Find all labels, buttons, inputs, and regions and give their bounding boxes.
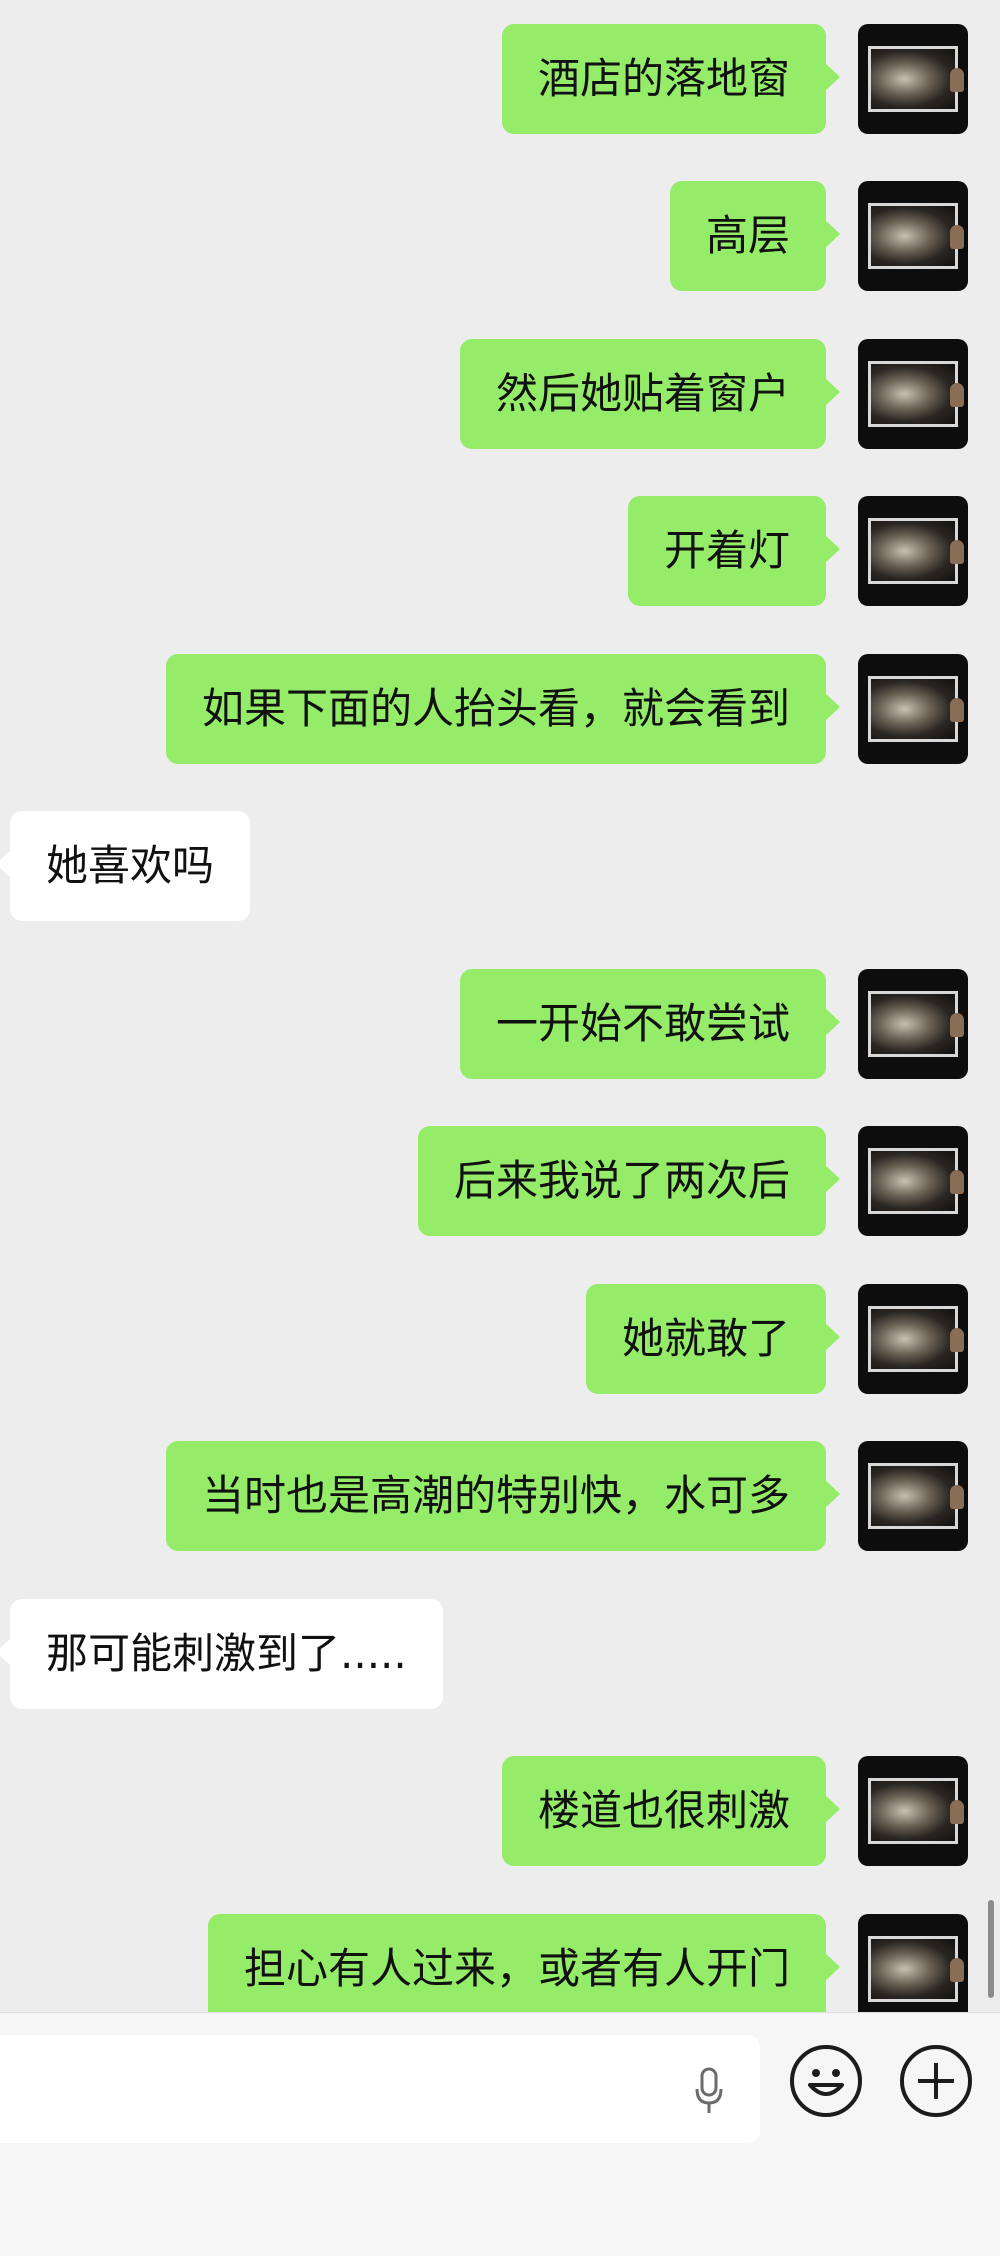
emoji-button[interactable]	[790, 2045, 862, 2117]
avatar[interactable]	[858, 654, 968, 764]
message-outgoing: 开着灯	[627, 496, 968, 606]
avatar[interactable]	[858, 1914, 968, 2012]
chat-app: 酒店的落地窗 高层 然后她贴着窗户 开着灯 如果下面的人抬头看，就会看到 她喜欢…	[0, 0, 1000, 2256]
message-bubble[interactable]: 担心有人过来，或者有人开门	[207, 1914, 841, 2012]
avatar[interactable]	[858, 24, 968, 134]
message-list[interactable]: 酒店的落地窗 高层 然后她贴着窗户 开着灯 如果下面的人抬头看，就会看到 她喜欢…	[0, 0, 1000, 2012]
message-outgoing: 当时也是高潮的特别快，水可多	[165, 1441, 968, 1551]
avatar[interactable]	[858, 969, 968, 1079]
avatar[interactable]	[858, 1126, 968, 1236]
message-bubble[interactable]: 那可能刺激到了.....	[0, 1599, 443, 1709]
message-bubble[interactable]: 当时也是高潮的特别快，水可多	[165, 1441, 841, 1551]
message-bubble[interactable]: 楼道也很刺激	[501, 1756, 841, 1866]
message-outgoing: 如果下面的人抬头看，就会看到	[165, 654, 968, 764]
message-outgoing: 担心有人过来，或者有人开门	[207, 1914, 968, 2012]
avatar[interactable]	[858, 339, 968, 449]
message-bubble[interactable]: 后来我说了两次后	[417, 1126, 841, 1236]
message-outgoing: 楼道也很刺激	[501, 1756, 968, 1866]
avatar[interactable]	[858, 496, 968, 606]
message-outgoing: 然后她贴着窗户	[459, 339, 968, 449]
avatar[interactable]	[858, 181, 968, 291]
avatar[interactable]	[858, 1441, 968, 1551]
message-bubble[interactable]: 一开始不敢尝试	[459, 969, 841, 1079]
plus-circle-icon	[918, 2063, 954, 2099]
message-bubble[interactable]: 高层	[669, 181, 841, 291]
scrollbar[interactable]	[988, 1900, 994, 1998]
message-bubble[interactable]: 然后她贴着窗户	[459, 339, 841, 449]
message-bubble[interactable]: 如果下面的人抬头看，就会看到	[165, 654, 841, 764]
message-outgoing: 一开始不敢尝试	[459, 969, 968, 1079]
message-incoming: 那可能刺激到了.....	[0, 1599, 443, 1709]
message-incoming: 她喜欢吗	[0, 811, 251, 921]
message-outgoing: 后来我说了两次后	[417, 1126, 968, 1236]
plus-button[interactable]	[900, 2045, 972, 2117]
emoji-smile-icon	[808, 2069, 844, 2096]
message-outgoing: 她就敢了	[585, 1284, 968, 1394]
message-input[interactable]	[0, 2035, 760, 2143]
avatar[interactable]	[858, 1756, 968, 1866]
message-bubble[interactable]: 她就敢了	[585, 1284, 841, 1394]
input-bar	[0, 2012, 1000, 2256]
message-outgoing: 高层	[669, 181, 968, 291]
microphone-icon[interactable]	[694, 2067, 724, 2115]
message-bubble[interactable]: 她喜欢吗	[0, 811, 251, 921]
message-bubble[interactable]: 开着灯	[627, 496, 841, 606]
avatar[interactable]	[858, 1284, 968, 1394]
message-outgoing: 酒店的落地窗	[501, 24, 968, 134]
message-bubble[interactable]: 酒店的落地窗	[501, 24, 841, 134]
